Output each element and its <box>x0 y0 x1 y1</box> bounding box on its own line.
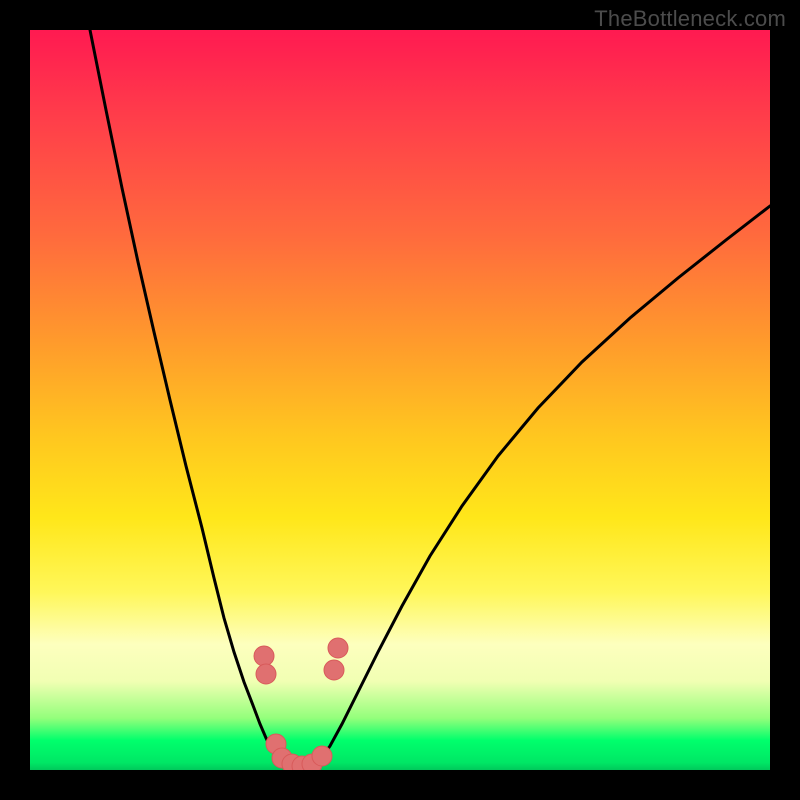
sample-dots <box>254 638 348 770</box>
watermark-text: TheBottleneck.com <box>594 6 786 32</box>
plot-area <box>30 30 770 770</box>
chart-frame: TheBottleneck.com <box>0 0 800 800</box>
sample-dot <box>312 746 332 766</box>
sample-dot <box>324 660 344 680</box>
sample-dot <box>254 646 274 666</box>
sample-dot <box>256 664 276 684</box>
bottleneck-curve <box>90 30 770 766</box>
sample-dot <box>328 638 348 658</box>
chart-svg <box>30 30 770 770</box>
curve-path <box>90 30 770 766</box>
